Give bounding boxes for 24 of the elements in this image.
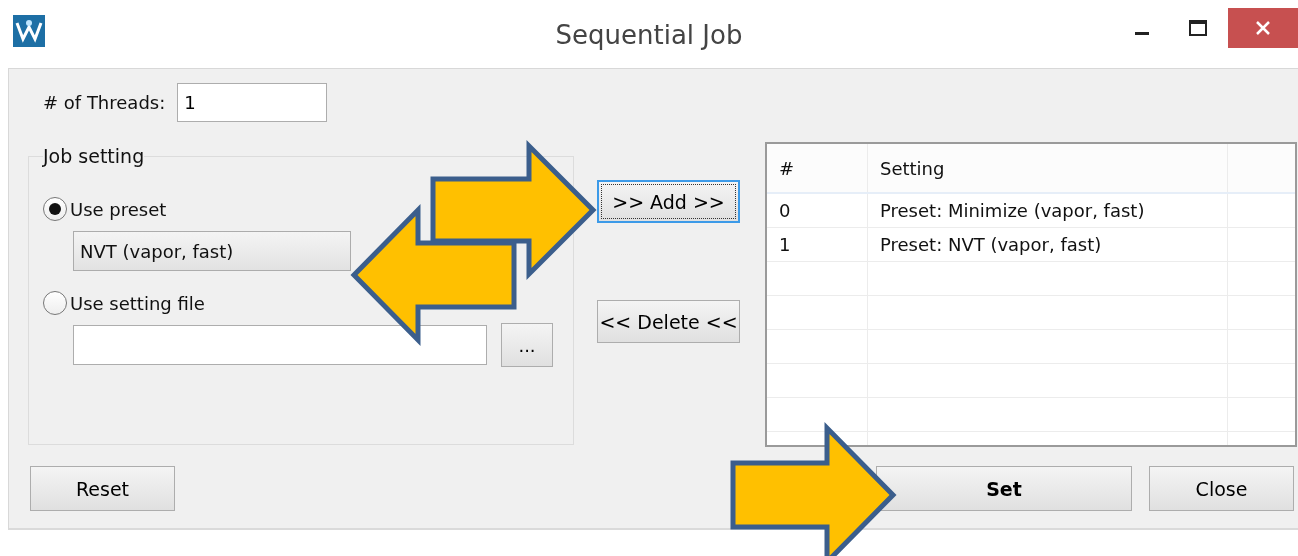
browse-button[interactable]: ... [501,323,553,367]
threads-field[interactable]: 1 [177,83,328,122]
maximize-icon [1188,18,1208,38]
window-title: Sequential Job [555,20,743,50]
app-icon [13,15,45,47]
preset-dropdown[interactable]: NVT (vapor, fast) [73,231,351,271]
table-cell: Preset: Minimize (vapor, fast) [868,194,1228,227]
table-cell: Preset: NVT (vapor, fast) [868,228,1228,261]
column-header: # [767,144,868,192]
close-button[interactable]: Close [1149,466,1294,511]
add-button[interactable]: >> Add >> [597,180,740,223]
delete-button[interactable]: << Delete << [597,300,740,343]
table-cell: 1 [767,228,868,261]
radio-option[interactable]: Use setting file [43,283,205,323]
column-header: Setting [868,144,1228,192]
threads-label: # of Threads: [43,92,166,113]
radio-option[interactable]: Use preset [43,189,167,229]
set-button[interactable]: Set [876,466,1132,511]
minimize-icon [1135,31,1149,35]
window-close-button[interactable] [1228,8,1298,48]
reset-button[interactable]: Reset [30,466,175,511]
table-cell: 0 [767,194,868,227]
setting-file-field[interactable] [73,325,487,365]
group-title: Job setting [43,145,145,167]
